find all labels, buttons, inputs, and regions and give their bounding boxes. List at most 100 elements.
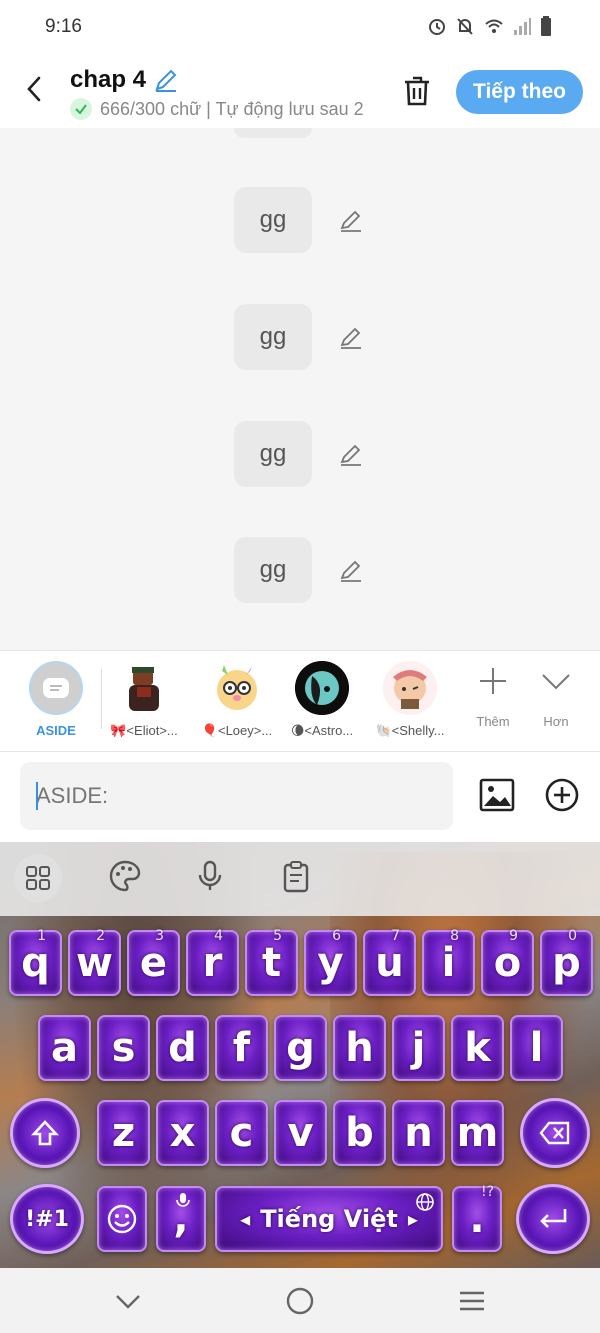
aside-avatar: [29, 661, 83, 715]
menu-icon[interactable]: [457, 1286, 487, 1316]
palette-icon[interactable]: [108, 859, 144, 895]
message-input[interactable]: [20, 762, 453, 830]
apps-grid-icon[interactable]: [14, 854, 62, 902]
key-u[interactable]: u7: [363, 928, 416, 996]
word-count-status: 666/300 chữ | Tự động lưu sau 2: [100, 98, 364, 119]
key-hint: 9: [509, 928, 518, 944]
chapter-title[interactable]: chap 4: [70, 66, 146, 94]
message-bubble[interactable]: gg: [234, 187, 312, 253]
clipboard-icon[interactable]: [279, 859, 315, 895]
hide-keyboard-icon[interactable]: [113, 1286, 143, 1316]
edit-message-icon[interactable]: [338, 208, 364, 234]
avatar: [117, 661, 171, 715]
key-label: i: [441, 940, 456, 986]
emoji-icon: [107, 1204, 137, 1234]
key-hint: 4: [214, 928, 223, 944]
add-character-button[interactable]: Thêm: [462, 665, 524, 729]
emoji-key[interactable]: [97, 1186, 147, 1252]
key-label: .: [469, 1196, 485, 1242]
enter-key[interactable]: [516, 1184, 590, 1254]
chevron-down-icon: [542, 674, 570, 690]
key-v[interactable]: v: [274, 1100, 327, 1166]
message-bubble[interactable]: gg: [234, 421, 312, 487]
backspace-key[interactable]: [520, 1098, 590, 1168]
system-nav-bar: [0, 1268, 600, 1333]
key-l[interactable]: l: [510, 1015, 563, 1081]
key-z[interactable]: z: [97, 1100, 150, 1166]
home-icon[interactable]: [285, 1286, 315, 1316]
key-c[interactable]: c: [215, 1100, 268, 1166]
key-t[interactable]: t5: [245, 928, 298, 996]
add-label: Thêm: [476, 714, 510, 729]
period-key[interactable]: . !?: [452, 1184, 502, 1252]
key-i[interactable]: i8: [422, 928, 475, 996]
more-characters-button[interactable]: Hơn: [525, 665, 587, 729]
edit-message-icon[interactable]: [338, 325, 364, 351]
space-key[interactable]: ◂ Tiếng Việt ▸: [215, 1186, 443, 1252]
key-p[interactable]: p0: [540, 928, 593, 996]
microphone-icon[interactable]: [193, 859, 229, 895]
add-circle-icon[interactable]: [543, 776, 581, 814]
globe-icon: [416, 1193, 434, 1211]
comma-key[interactable]: ,: [156, 1186, 206, 1252]
key-g[interactable]: g: [274, 1015, 327, 1081]
key-label: t: [261, 940, 282, 986]
message-bubble[interactable]: gg: [234, 304, 312, 370]
trash-icon[interactable]: [400, 74, 434, 108]
message-list[interactable]: gg gg gg gg: [0, 128, 600, 650]
key-h[interactable]: h: [333, 1015, 386, 1081]
shift-icon: [31, 1120, 59, 1146]
key-hint: 3: [155, 928, 164, 944]
alarm-icon: [428, 16, 446, 36]
key-n[interactable]: n: [392, 1100, 445, 1166]
key-label: y: [317, 940, 344, 986]
key-hint: 8: [450, 928, 459, 944]
message-bubble[interactable]: gg: [234, 537, 312, 603]
enter-icon: [540, 1209, 567, 1228]
key-r[interactable]: r4: [186, 928, 239, 996]
key-label: r: [202, 940, 223, 986]
back-icon[interactable]: [20, 74, 50, 104]
shift-key[interactable]: [10, 1098, 80, 1168]
key-k[interactable]: k: [451, 1015, 504, 1081]
edit-title-icon[interactable]: [152, 66, 180, 94]
next-button[interactable]: Tiếp theo: [456, 70, 583, 114]
key-d[interactable]: d: [156, 1015, 209, 1081]
key-e[interactable]: e3: [127, 928, 180, 996]
key-j[interactable]: j: [392, 1015, 445, 1081]
key-o[interactable]: o9: [481, 928, 534, 996]
more-label: Hơn: [543, 714, 569, 729]
arrow-left-icon: ◂: [240, 1207, 251, 1231]
plus-icon: [480, 668, 506, 694]
key-s[interactable]: s: [97, 1015, 150, 1081]
key-label: u: [375, 940, 404, 986]
battery-icon: [540, 16, 558, 36]
key-b[interactable]: b: [333, 1100, 386, 1166]
character-astro[interactable]: 🌘<Astro...: [277, 661, 367, 739]
character-shelly[interactable]: 🐚<Shelly...: [365, 661, 455, 739]
edit-message-icon[interactable]: [338, 558, 364, 584]
key-hint: 6: [332, 928, 341, 944]
character-aside[interactable]: ASIDE: [11, 661, 101, 738]
message-bubble-partial: [234, 128, 312, 138]
key-f[interactable]: f: [215, 1015, 268, 1081]
character-name: 🎈<Loey>...: [201, 723, 273, 738]
image-icon[interactable]: [478, 776, 516, 814]
editor-header: chap 4 666/300 chữ | Tự động lưu sau 2 T…: [0, 56, 600, 128]
key-a[interactable]: a: [38, 1015, 91, 1081]
symbols-key[interactable]: !#1: [10, 1184, 84, 1254]
key-w[interactable]: w2: [68, 928, 121, 996]
avatar: [210, 661, 264, 715]
key-q[interactable]: q1: [9, 928, 62, 996]
save-status: 666/300 chữ | Tự động lưu sau 2: [70, 98, 375, 120]
character-name: 🌘<Astro...: [290, 723, 354, 738]
key-x[interactable]: x: [156, 1100, 209, 1166]
character-loey[interactable]: 🎈<Loey>...: [192, 661, 282, 739]
input-bar: [0, 752, 600, 842]
character-name: 🎀<Eliot>...: [110, 723, 178, 738]
key-y[interactable]: y6: [304, 928, 357, 996]
character-eliot[interactable]: 🎀<Eliot>...: [99, 661, 189, 739]
edit-message-icon[interactable]: [338, 442, 364, 468]
title-row[interactable]: chap 4: [70, 66, 180, 94]
key-m[interactable]: m: [451, 1100, 504, 1166]
